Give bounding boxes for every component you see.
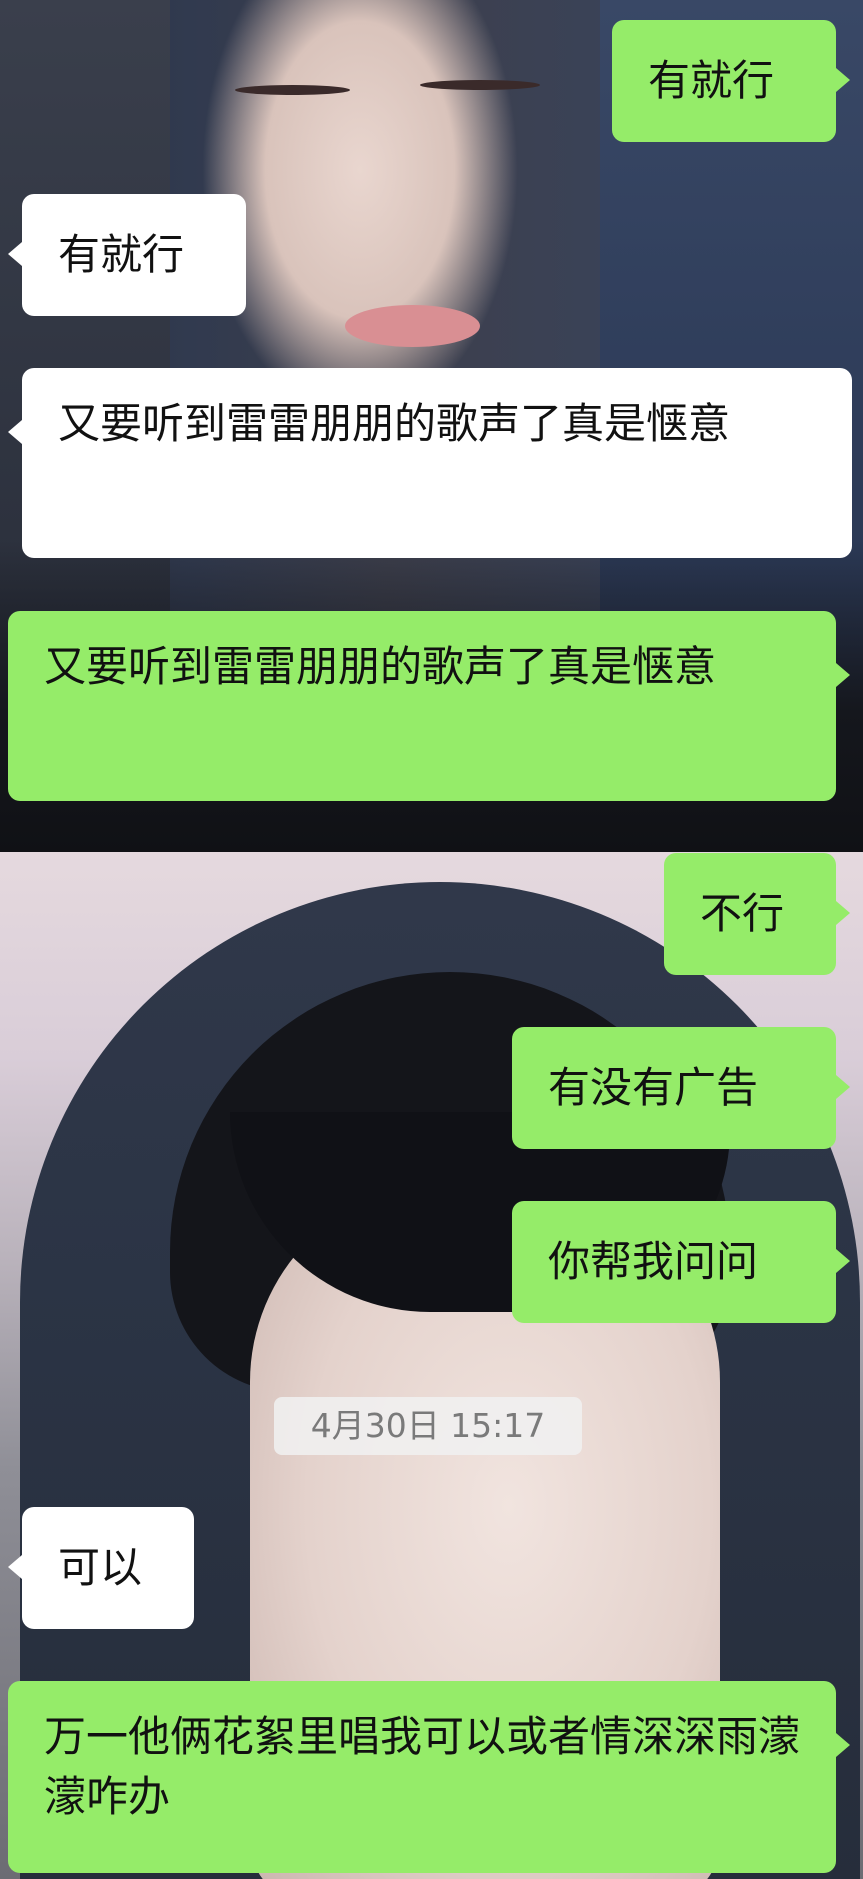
message-text: 又要听到雷雷朋朋的歌声了真是惬意 (44, 642, 717, 691)
chat-message-incoming[interactable]: 又要听到雷雷朋朋的歌声了真是惬意 (8, 368, 852, 558)
chat-message-outgoing[interactable]: 有没有广告 (512, 1027, 850, 1149)
chat-message-outgoing[interactable]: 不行 (664, 853, 850, 975)
eye-shape (235, 85, 350, 95)
bubble-tail (836, 901, 850, 925)
bubble-tail (8, 1555, 22, 1579)
message-text: 有就行 (58, 230, 185, 279)
message-text: 不行 (700, 889, 785, 938)
lips-shape (345, 305, 480, 347)
chat-message-outgoing[interactable]: 你帮我问问 (512, 1201, 850, 1323)
chat-message-outgoing[interactable]: 万一他俩花絮里唱我可以或者情深深雨濛濛咋办 (8, 1681, 850, 1873)
bubble-tail (836, 68, 850, 92)
bubble-tail (836, 1075, 850, 1099)
eye-shape (420, 80, 540, 90)
message-text: 可以 (58, 1543, 143, 1592)
chat-message-incoming[interactable]: 有就行 (8, 194, 246, 316)
message-text: 万一他俩花絮里唱我可以或者情深深雨濛濛咋办 (44, 1712, 801, 1821)
message-text: 有就行 (648, 56, 775, 105)
chat-message-outgoing[interactable]: 有就行 (612, 20, 850, 142)
message-text: 有没有广告 (548, 1063, 759, 1112)
bubble-tail (836, 1249, 850, 1273)
bubble-tail (8, 420, 22, 444)
message-text: 又要听到雷雷朋朋的歌声了真是惬意 (58, 399, 731, 448)
message-text: 你帮我问问 (548, 1237, 759, 1286)
bubble-tail (8, 242, 22, 266)
bubble-tail (836, 663, 850, 687)
bubble-tail (836, 1733, 850, 1757)
message-timestamp: 4月30日 15:17 (274, 1397, 582, 1455)
chat-message-outgoing[interactable]: 又要听到雷雷朋朋的歌声了真是惬意 (8, 611, 850, 801)
chat-message-incoming[interactable]: 可以 (8, 1507, 194, 1629)
